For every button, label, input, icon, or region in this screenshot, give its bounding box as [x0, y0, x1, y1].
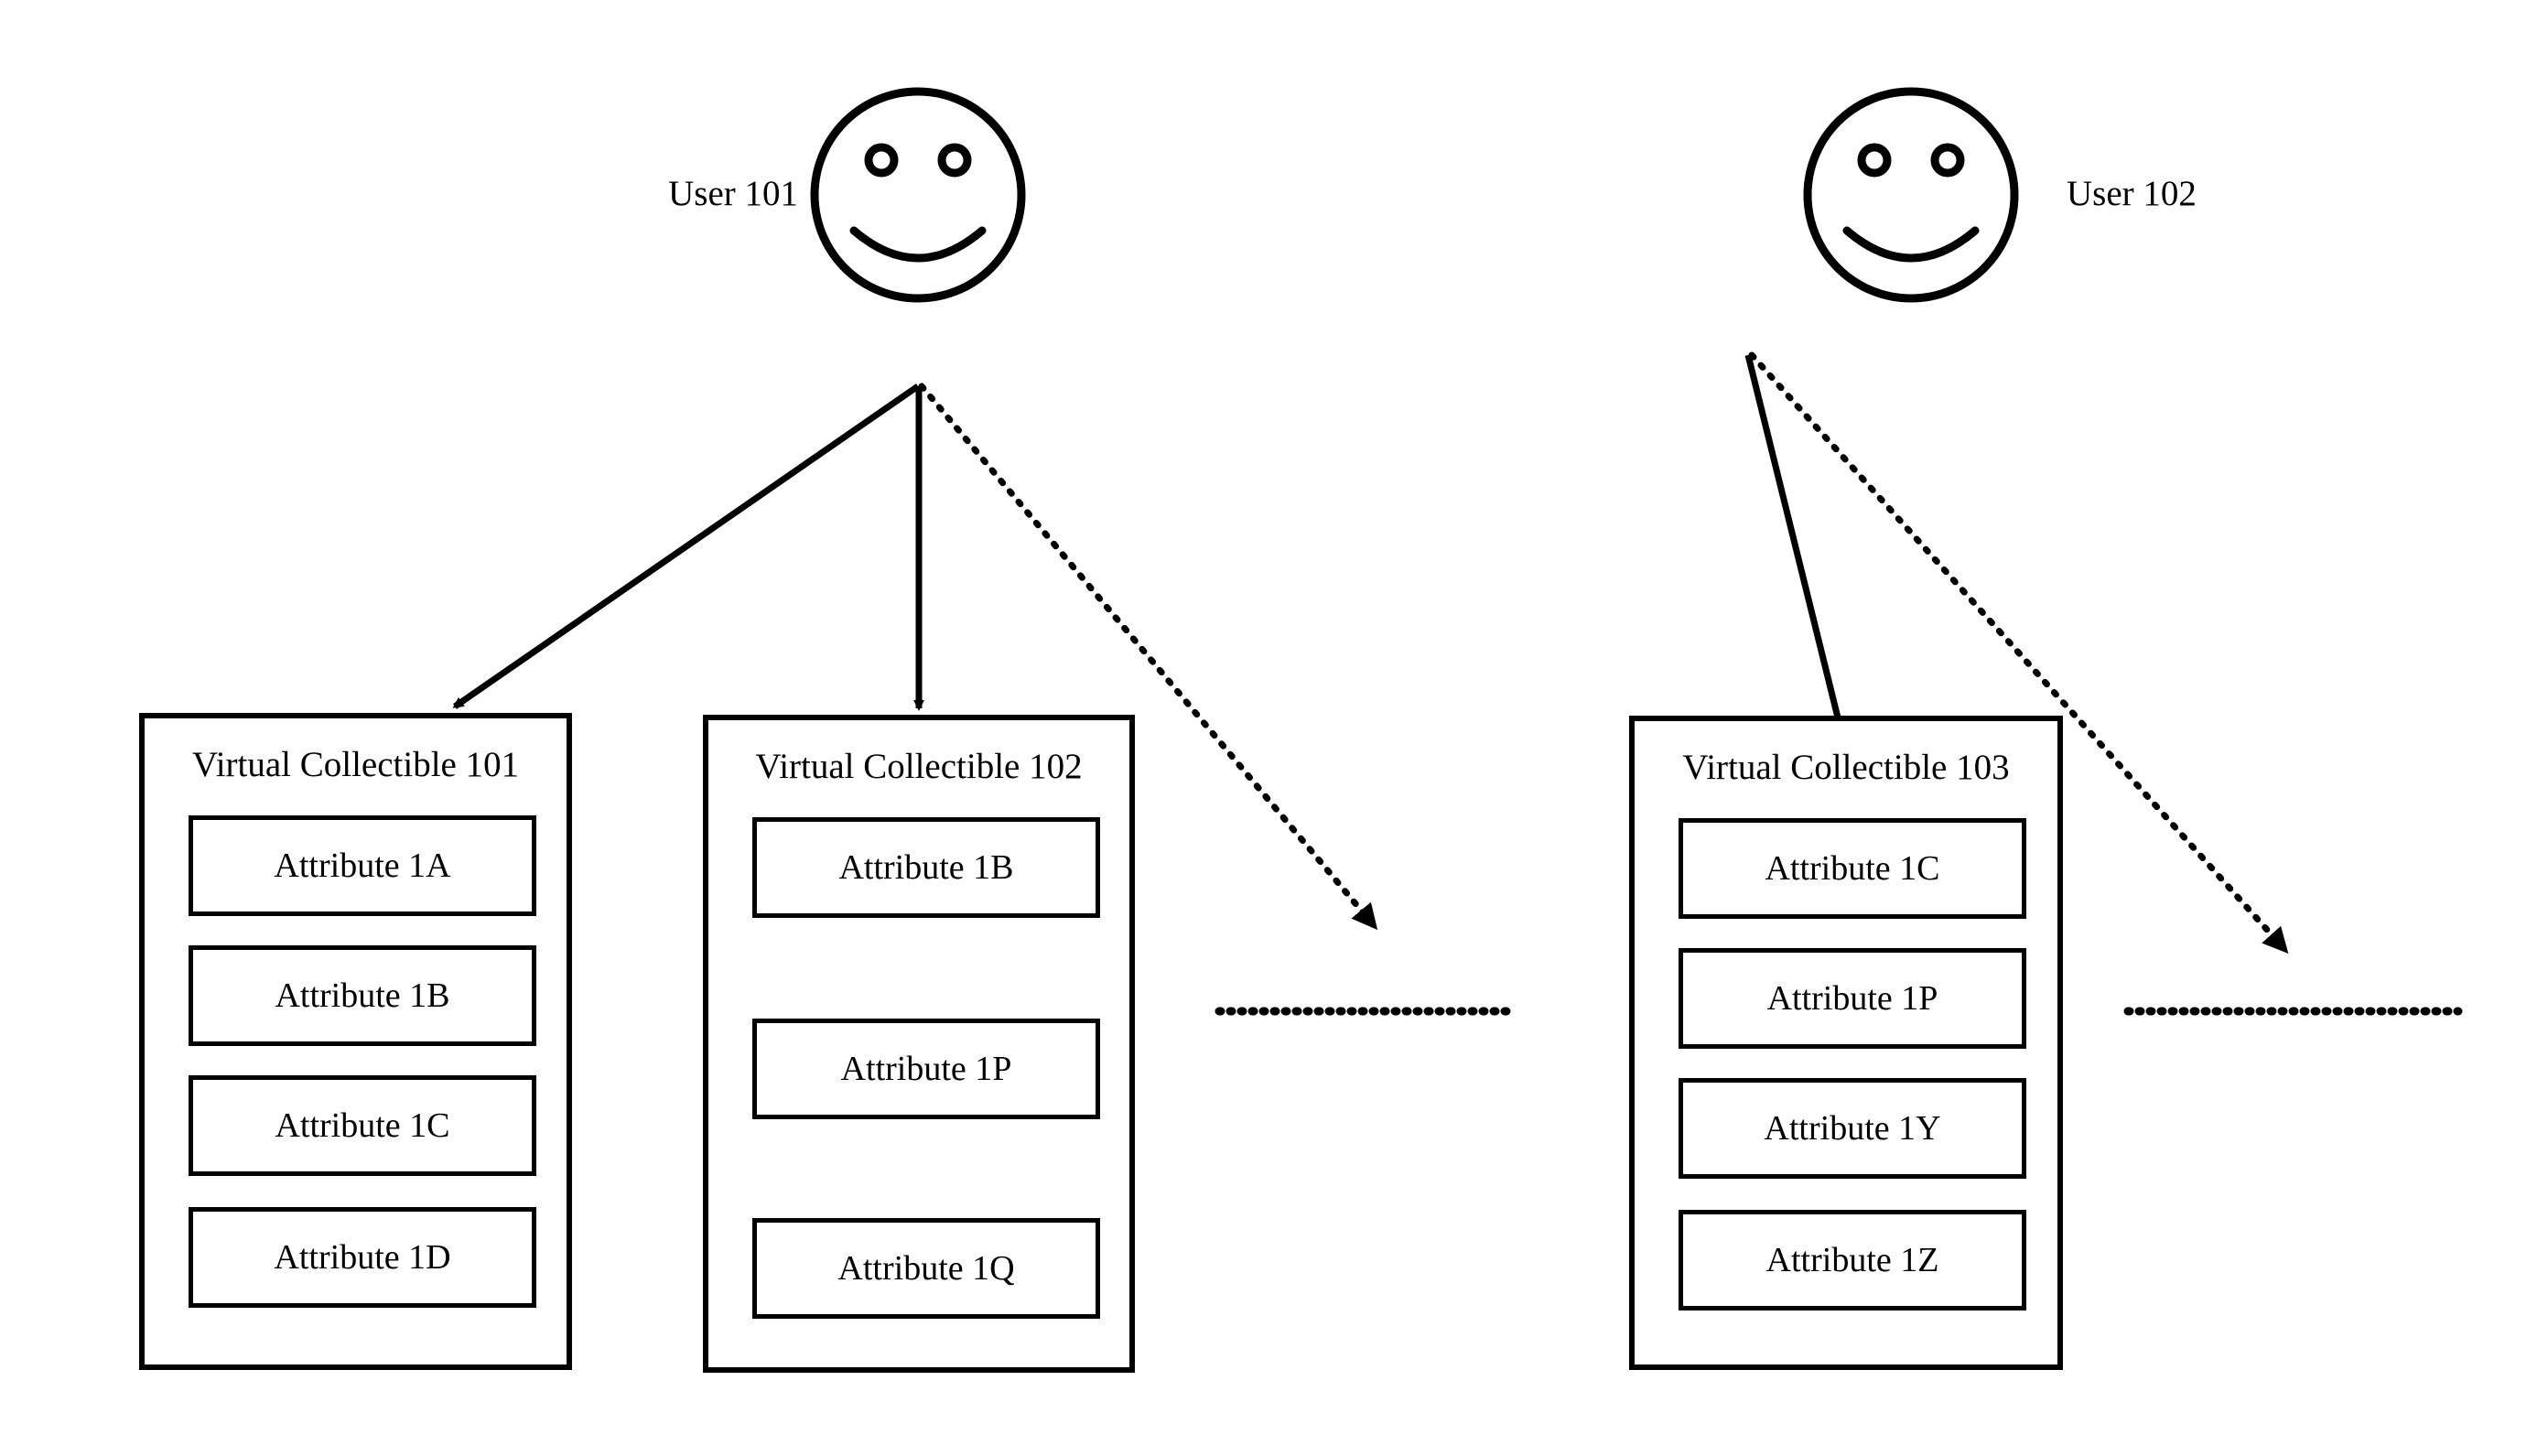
attribute-box[interactable]: Attribute 1C: [1679, 818, 2026, 919]
attribute-label: Attribute 1Q: [837, 1249, 1015, 1288]
virtual-collectible-102[interactable]: Virtual Collectible 102 Attribute 1B Att…: [703, 715, 1135, 1373]
attribute-label: Attribute 1A: [274, 847, 451, 885]
attribute-label: Attribute 1D: [274, 1238, 451, 1277]
virtual-collectible-103[interactable]: Virtual Collectible 103 Attribute 1C Att…: [1629, 716, 2063, 1370]
connector-user101-to-collectible101: [452, 383, 920, 709]
attribute-box[interactable]: Attribute 1A: [189, 815, 536, 916]
attribute-box[interactable]: Attribute 1P: [752, 1019, 1100, 1119]
attribute-box[interactable]: Attribute 1Z: [1679, 1210, 2026, 1310]
collectible-title-103: Virtual Collectible 103: [1682, 748, 2010, 787]
connector-user102-to-collectible103: [1744, 354, 1841, 718]
attribute-label: Attribute 1C: [275, 1106, 450, 1145]
attribute-box[interactable]: Attribute 1Q: [752, 1218, 1100, 1319]
smiley-face-icon-user-101: [810, 87, 1026, 303]
collectible-title-102: Virtual Collectible 102: [755, 747, 1083, 786]
user-label-102: User 102: [2067, 174, 2197, 213]
user-label-101: User 101: [668, 174, 798, 213]
attribute-label: Attribute 1B: [275, 976, 450, 1015]
attribute-label: Attribute 1P: [1766, 979, 1938, 1018]
attribute-box[interactable]: Attribute 1D: [189, 1207, 536, 1308]
attribute-box[interactable]: Attribute 1B: [189, 945, 536, 1046]
attribute-box[interactable]: Attribute 1C: [189, 1075, 536, 1176]
attribute-label: Attribute 1C: [1765, 849, 1940, 888]
attribute-label: Attribute 1B: [838, 848, 1014, 887]
attribute-box[interactable]: Attribute 1B: [752, 817, 1100, 918]
attribute-label: Attribute 1Y: [1764, 1109, 1941, 1148]
collectible-title-101: Virtual Collectible 101: [191, 745, 520, 784]
attribute-box[interactable]: Attribute 1Y: [1679, 1078, 2026, 1179]
virtual-collectible-101[interactable]: Virtual Collectible 101 Attribute 1A Att…: [139, 713, 572, 1370]
smiley-face-icon-user-102: [1803, 87, 2019, 303]
attribute-label: Attribute 1P: [840, 1050, 1012, 1088]
attribute-box[interactable]: Attribute 1P: [1679, 948, 2026, 1049]
attribute-label: Attribute 1Z: [1765, 1241, 1939, 1279]
diagram-canvas: User 101 User 102 Virtual Collectible 10…: [0, 0, 2548, 1456]
